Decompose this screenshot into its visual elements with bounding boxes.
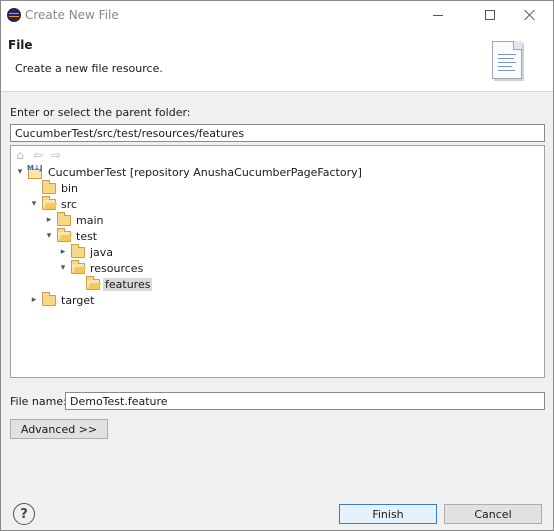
tree-item-features[interactable]: features [72,275,153,292]
close-icon [524,9,536,21]
chevron-right-icon[interactable]: ▸ [28,292,40,308]
tree-item-label: src [61,197,78,211]
tree-item-test[interactable]: ▾ test [43,227,99,244]
tree-item-target[interactable]: ▸ target [28,291,96,308]
java-project-icon: M↓J [27,164,43,179]
tree-item-label: resources [90,261,144,275]
chevron-down-icon[interactable]: ▾ [43,228,55,244]
tree-item-resources[interactable]: ▾ resources [57,259,145,276]
tree-item-cucumbertest[interactable]: ▾ M↓J CucumberTest [repository AnushaCuc… [14,164,364,180]
tree-item-src[interactable]: ▾ src [28,195,79,212]
wizard-title: File [8,38,33,52]
chevron-right-icon[interactable]: ▸ [57,244,69,260]
wizard-description: Create a new file resource. [15,62,163,75]
tree-item-label: test [76,229,98,243]
parent-folder-label: Enter or select the parent folder: [10,106,191,119]
wizard-header: File Create a new file resource. [1,29,553,92]
folder-open-icon [42,195,56,210]
window-title: Create New File [25,8,119,22]
title-bar: Create New File [1,1,553,29]
tree-item-main[interactable]: ▸ main [43,211,105,228]
close-button[interactable] [507,1,553,29]
chevron-down-icon[interactable]: ▾ [28,196,40,212]
new-file-wizard-icon [492,41,522,79]
maximize-icon [485,10,495,20]
folder-icon [42,291,56,306]
folder-open-icon [86,275,100,290]
tree-toolbar: ⌂ ⇦ ⇨ [13,148,63,164]
folder-icon [42,179,56,194]
chevron-down-icon[interactable]: ▾ [14,164,26,180]
cancel-button[interactable]: Cancel [444,504,542,524]
chevron-down-icon[interactable]: ▾ [57,260,69,276]
folder-open-icon [71,259,85,274]
minimize-icon [433,14,443,16]
chevron-right-icon[interactable]: ▸ [43,212,55,228]
parent-folder-input[interactable] [10,124,545,142]
home-icon[interactable]: ⌂ [13,148,27,162]
forward-arrow-icon[interactable]: ⇨ [49,148,63,162]
folder-open-icon [57,227,71,242]
tree-item-label: main [76,213,104,227]
create-new-file-dialog: Create New File File Create a new file r… [0,0,554,531]
tree-item-label: bin [61,181,79,195]
finish-button[interactable]: Finish [339,504,437,524]
folder-icon [71,243,85,258]
tree-item-bin[interactable]: bin [28,179,80,196]
back-arrow-icon[interactable]: ⇦ [31,148,45,162]
tree-item-label: target [61,293,95,307]
tree-item-label-selected: features [103,277,153,291]
advanced-button[interactable]: Advanced >> [10,419,108,439]
folder-icon [57,211,71,226]
tree-item-java[interactable]: ▸ java [57,243,115,260]
tree-item-label: java [90,245,114,259]
file-name-label: File name: [10,395,67,408]
tree-item-label: CucumberTest [repository AnushaCucumberP… [48,165,362,179]
folder-tree[interactable]: ⌂ ⇦ ⇨ ▾ M↓J CucumberTest [repository Anu… [10,145,545,378]
file-name-input[interactable] [65,392,545,410]
minimize-button[interactable] [415,1,461,29]
eclipse-app-icon [7,8,21,22]
help-icon[interactable]: ? [13,503,35,525]
